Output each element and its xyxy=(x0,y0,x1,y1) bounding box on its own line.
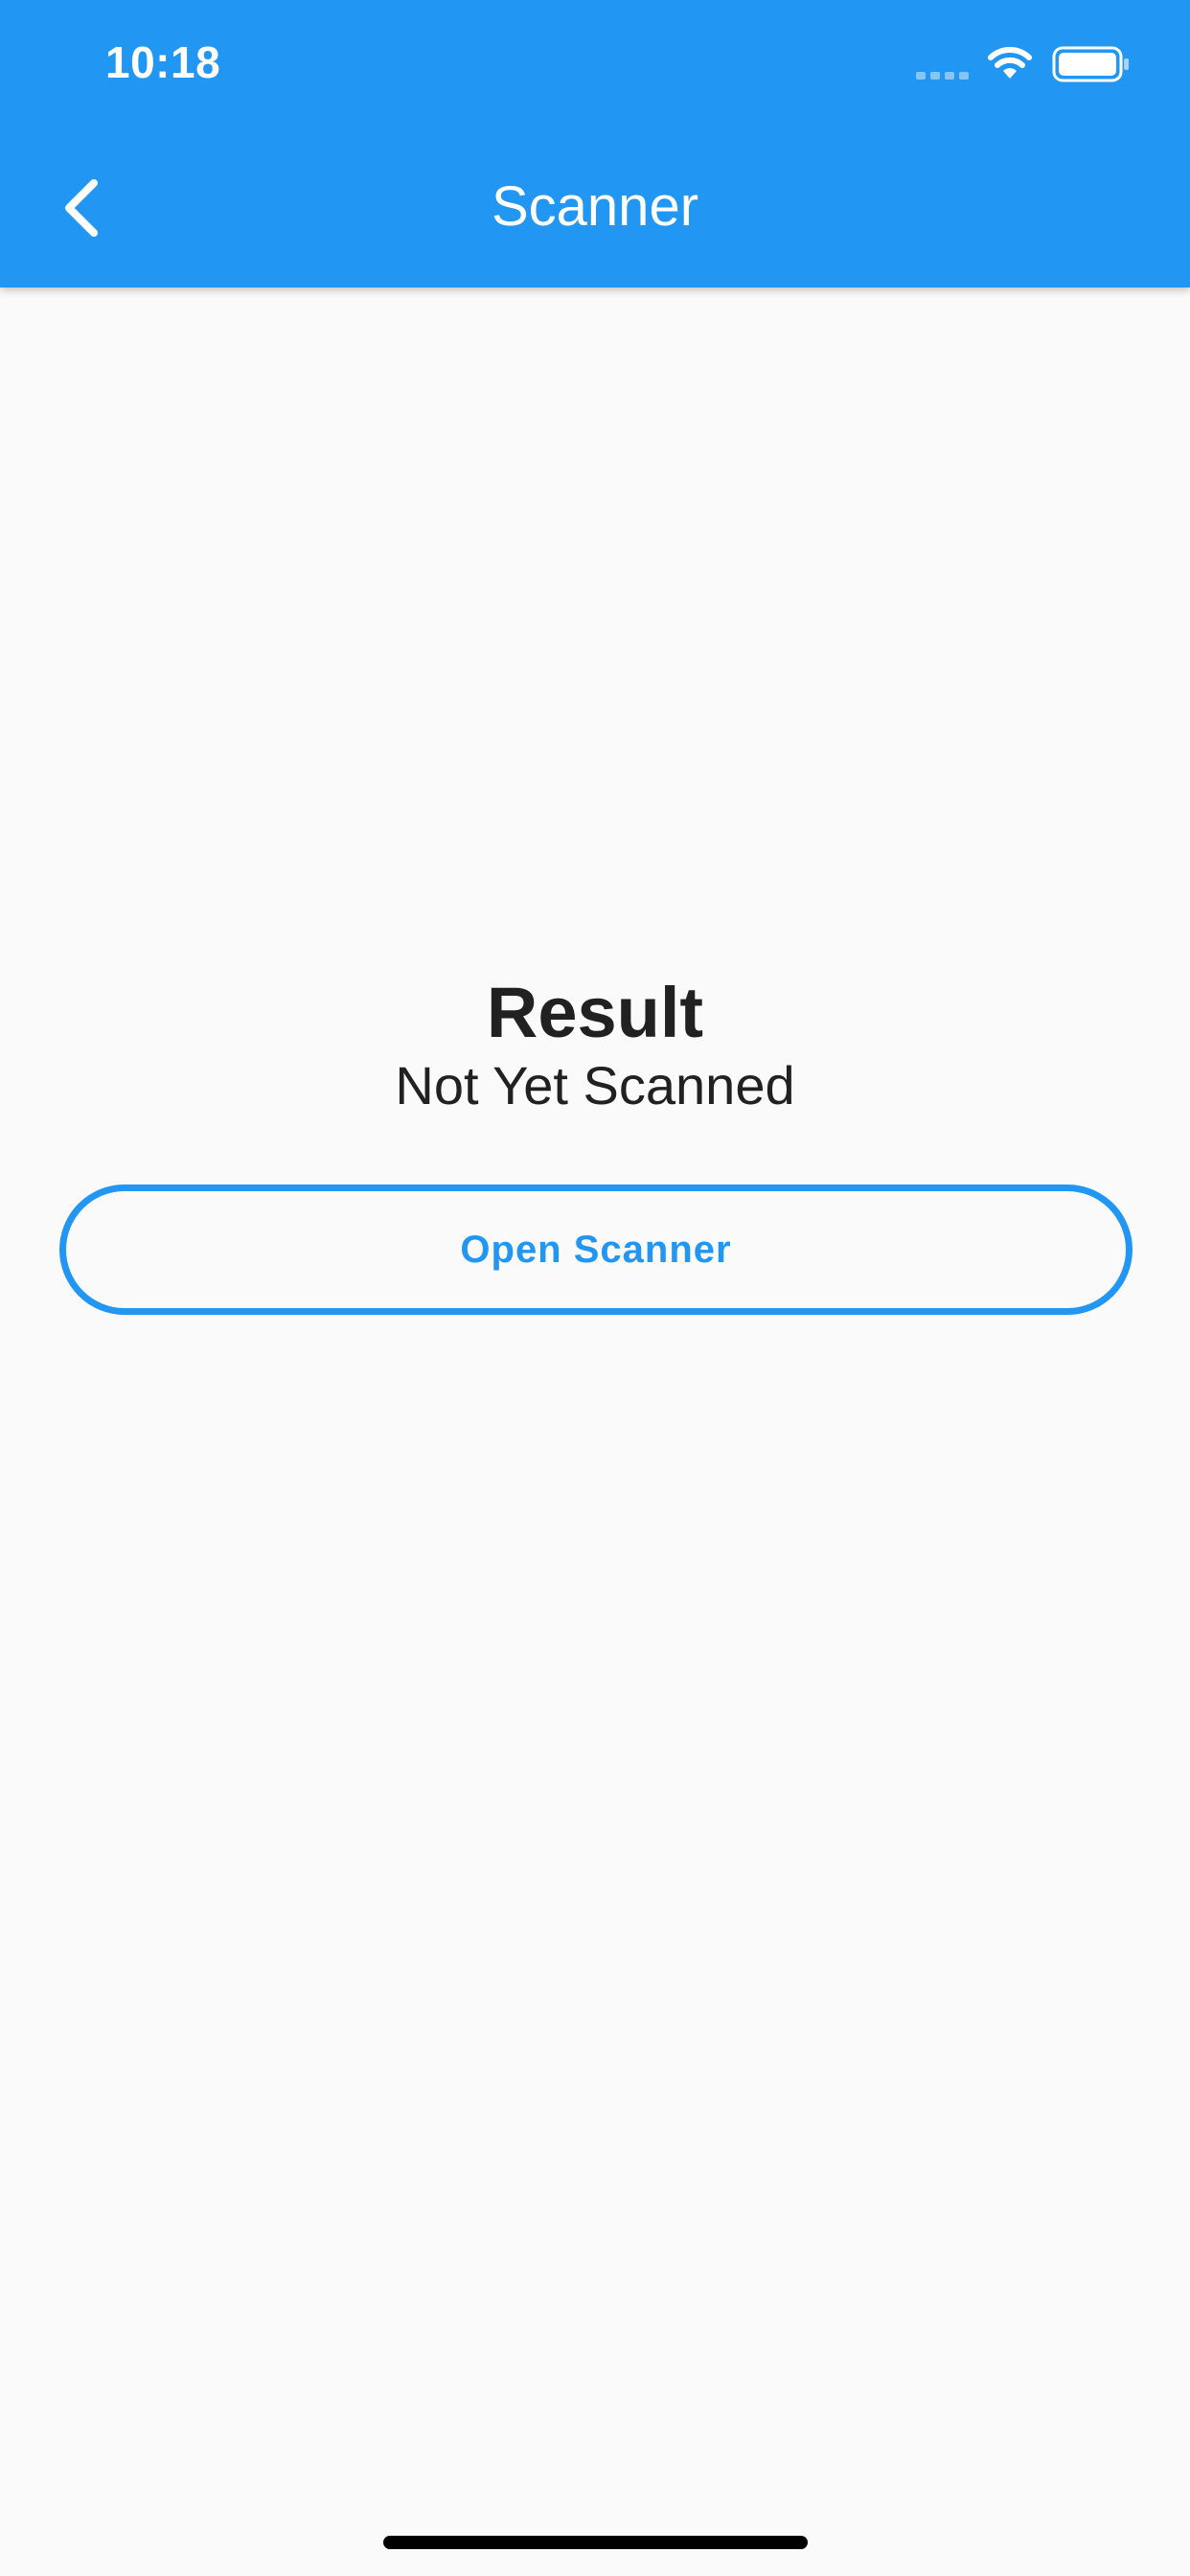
page-title: Scanner xyxy=(491,175,699,238)
battery-icon xyxy=(1052,46,1129,82)
result-heading: Result xyxy=(486,973,704,1052)
open-scanner-label: Open Scanner xyxy=(460,1228,732,1271)
app-bar: 10:18 Scanner xyxy=(0,0,1190,288)
result-value: Not Yet Scanned xyxy=(395,1055,795,1116)
wifi-icon xyxy=(988,47,1032,79)
open-scanner-button[interactable]: Open Scanner xyxy=(59,1184,1133,1315)
status-bar: 10:18 xyxy=(0,0,1190,126)
status-time: 10:18 xyxy=(105,37,221,87)
cellular-signal-icon xyxy=(916,72,969,80)
home-indicator[interactable] xyxy=(383,2536,808,2549)
toolbar: Scanner xyxy=(0,126,1190,288)
